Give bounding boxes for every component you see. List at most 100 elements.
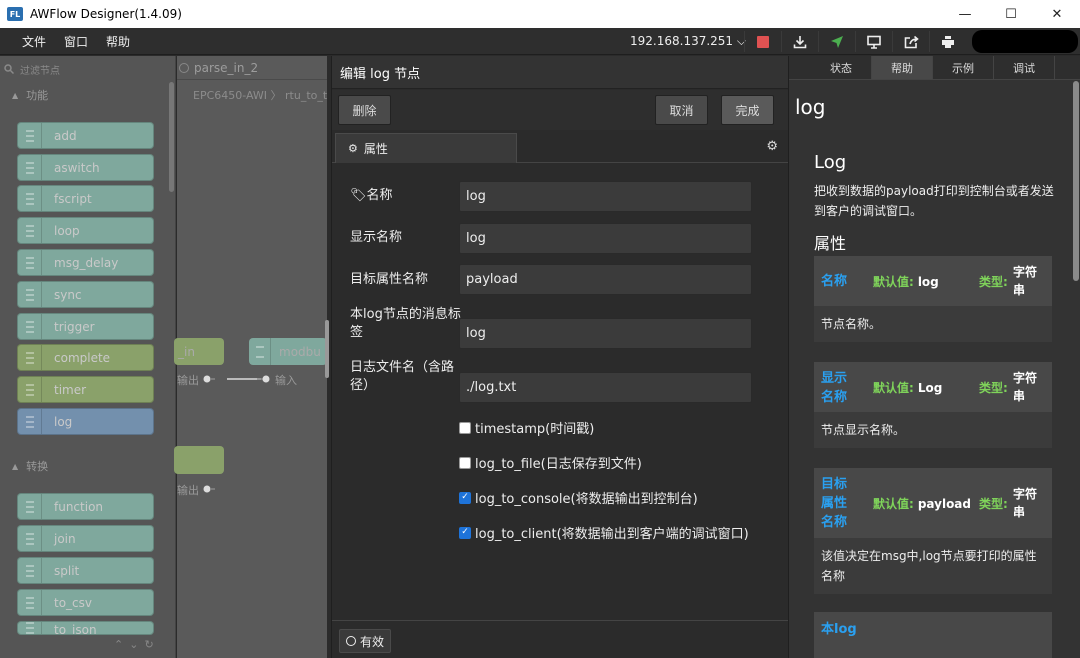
node-icon xyxy=(25,564,34,577)
node-icon xyxy=(25,622,34,634)
field-name-label: 🏷名称 xyxy=(350,188,393,203)
node-icon xyxy=(25,383,34,396)
download-icon[interactable] xyxy=(781,31,818,52)
palette-node-trigger[interactable]: trigger xyxy=(17,313,154,340)
node-icon xyxy=(25,415,34,428)
node-label: fscript xyxy=(54,191,92,206)
node-label: sync xyxy=(54,287,82,302)
canvas-node-2[interactable] xyxy=(174,446,224,474)
palette-node-join[interactable]: join xyxy=(17,525,154,552)
collapse-caret-icon: ▲ xyxy=(12,90,19,100)
palette-node-complete[interactable]: complete xyxy=(17,344,154,371)
node-icon xyxy=(25,256,34,269)
node-label: join xyxy=(54,531,76,546)
node-icon xyxy=(25,192,34,205)
palette-node-fscript[interactable]: fscript xyxy=(17,185,154,212)
log-to-console-checkbox[interactable]: ✓ log_to_console(将数据输出到控制台) xyxy=(459,488,698,507)
menu-file[interactable]: 文件 xyxy=(22,33,46,50)
flow-canvas[interactable]: parse_in_2 EPC6450-AWI 〉 rtu_to_t _in 输出… xyxy=(174,56,327,658)
message-tag-input[interactable]: log xyxy=(459,318,752,349)
port-output-label: 输出 xyxy=(177,374,199,387)
export-icon[interactable] xyxy=(892,31,929,52)
palette-node-add[interactable]: add xyxy=(17,122,154,149)
palette-node-loop[interactable]: loop xyxy=(17,217,154,244)
checkbox-checked-icon[interactable]: ✓ xyxy=(459,491,471,504)
monitor-icon[interactable] xyxy=(855,31,892,52)
valid-toggle-button[interactable]: 有效 xyxy=(339,629,391,653)
search-input[interactable]: 过滤节点 xyxy=(20,62,60,77)
node-label: log xyxy=(54,414,73,429)
property-name: 目标属性名称 xyxy=(821,477,848,530)
palette-node-to-json[interactable]: to_json xyxy=(17,621,154,635)
property-description: 节点显示名称。 xyxy=(821,423,906,437)
node-icon xyxy=(25,129,34,142)
checkbox-unchecked-icon[interactable] xyxy=(459,421,471,434)
property-description: 该值决定在msg中,log节点要打印的属性名称 xyxy=(821,549,1037,583)
tab-help[interactable]: 帮助 xyxy=(872,56,933,79)
stop-icon[interactable] xyxy=(744,31,781,52)
property-type-label: 类型: xyxy=(979,497,1008,511)
tab-debug[interactable]: 调试 xyxy=(994,56,1055,79)
deploy-icon[interactable] xyxy=(818,31,855,52)
palette-node-aswitch[interactable]: aswitch xyxy=(17,154,154,181)
display-name-input[interactable]: log xyxy=(459,223,752,254)
canvas-node-label: _in xyxy=(178,344,195,359)
device-ip-dropdown[interactable]: 192.168.137.251 ⌵ xyxy=(630,34,746,49)
property-card: 本log xyxy=(814,612,1052,658)
editor-title: 编辑 log 节点 xyxy=(332,56,788,89)
minimize-button[interactable]: — xyxy=(942,0,988,28)
palette-node-split[interactable]: split xyxy=(17,557,154,584)
checkbox-label: timestamp(时间戳) xyxy=(475,422,595,437)
checkbox-unchecked-icon[interactable] xyxy=(459,456,471,469)
gear-icon: ⚙ xyxy=(348,142,358,155)
timestamp-checkbox[interactable]: timestamp(时间戳) xyxy=(459,418,594,437)
collapse-all-icon[interactable]: ⌄ xyxy=(129,638,138,651)
log-file-input[interactable]: ./log.txt xyxy=(459,372,752,403)
section-transform[interactable]: ▲ 转换 xyxy=(12,458,48,474)
palette-scrollbar[interactable] xyxy=(169,82,174,192)
palette-node-to-csv[interactable]: to_csv xyxy=(17,589,154,616)
target-property-input[interactable]: payload xyxy=(459,264,752,295)
palette-node-timer[interactable]: timer xyxy=(17,376,154,403)
tab-examples[interactable]: 示例 xyxy=(933,56,994,79)
maximize-button[interactable]: ☐ xyxy=(988,0,1034,28)
refresh-icon[interactable]: ↻ xyxy=(144,638,153,651)
checkbox-label: log_to_file(日志保存到文件) xyxy=(475,457,642,472)
menu-help[interactable]: 帮助 xyxy=(106,33,130,50)
checkbox-checked-icon[interactable]: ✓ xyxy=(459,526,471,539)
property-description: 节点名称。 xyxy=(821,317,882,331)
palette-node-log[interactable]: log xyxy=(17,408,154,435)
palette-search[interactable]: 过滤节点 xyxy=(4,60,172,78)
field-label: 本log节点的消息标签 xyxy=(350,307,461,340)
printer-icon[interactable] xyxy=(929,31,966,52)
help-heading: Log xyxy=(814,152,847,173)
close-button[interactable]: ✕ xyxy=(1034,0,1080,28)
palette-node-msg-delay[interactable]: msg_delay xyxy=(17,249,154,276)
done-button[interactable]: 完成 xyxy=(721,95,774,125)
tab-properties[interactable]: ⚙ 属性 xyxy=(335,133,517,163)
node-icon xyxy=(25,161,34,174)
property-type-label: 类型: xyxy=(979,381,1008,395)
delete-button[interactable]: 删除 xyxy=(338,95,391,125)
name-input[interactable]: log xyxy=(459,181,752,212)
expand-all-icon[interactable]: ⌃ xyxy=(114,638,123,651)
canvas-node-modbus[interactable]: modbu xyxy=(249,338,327,365)
log-to-file-checkbox[interactable]: log_to_file(日志保存到文件) xyxy=(459,453,642,472)
canvas-node-in[interactable]: _in xyxy=(174,338,224,365)
palette-node-sync[interactable]: sync xyxy=(17,281,154,308)
tab-status[interactable]: 状态 xyxy=(811,56,872,79)
settings-gear-icon[interactable]: ⚙ xyxy=(766,139,778,154)
palette-node-function[interactable]: function xyxy=(17,493,154,520)
property-type-label: 类型: xyxy=(979,275,1008,289)
window-title: AWFlow Designer(1.4.09) xyxy=(30,7,182,21)
log-to-client-checkbox[interactable]: ✓ log_to_client(将数据输出到客户端的调试窗口) xyxy=(459,523,749,542)
tab-label: 属性 xyxy=(363,142,388,156)
node-palette: 过滤节点 ▲ 功能 add aswitch fscript loop msg_d… xyxy=(0,56,176,658)
menu-window[interactable]: 窗口 xyxy=(64,33,88,50)
panel-resize-handle[interactable] xyxy=(325,320,329,378)
section-function[interactable]: ▲ 功能 xyxy=(12,87,48,103)
cancel-button[interactable]: 取消 xyxy=(655,95,708,125)
sidebar-scrollbar[interactable] xyxy=(1073,81,1079,281)
flow-tab[interactable]: parse_in_2 xyxy=(177,56,327,80)
node-label: msg_delay xyxy=(54,255,119,270)
